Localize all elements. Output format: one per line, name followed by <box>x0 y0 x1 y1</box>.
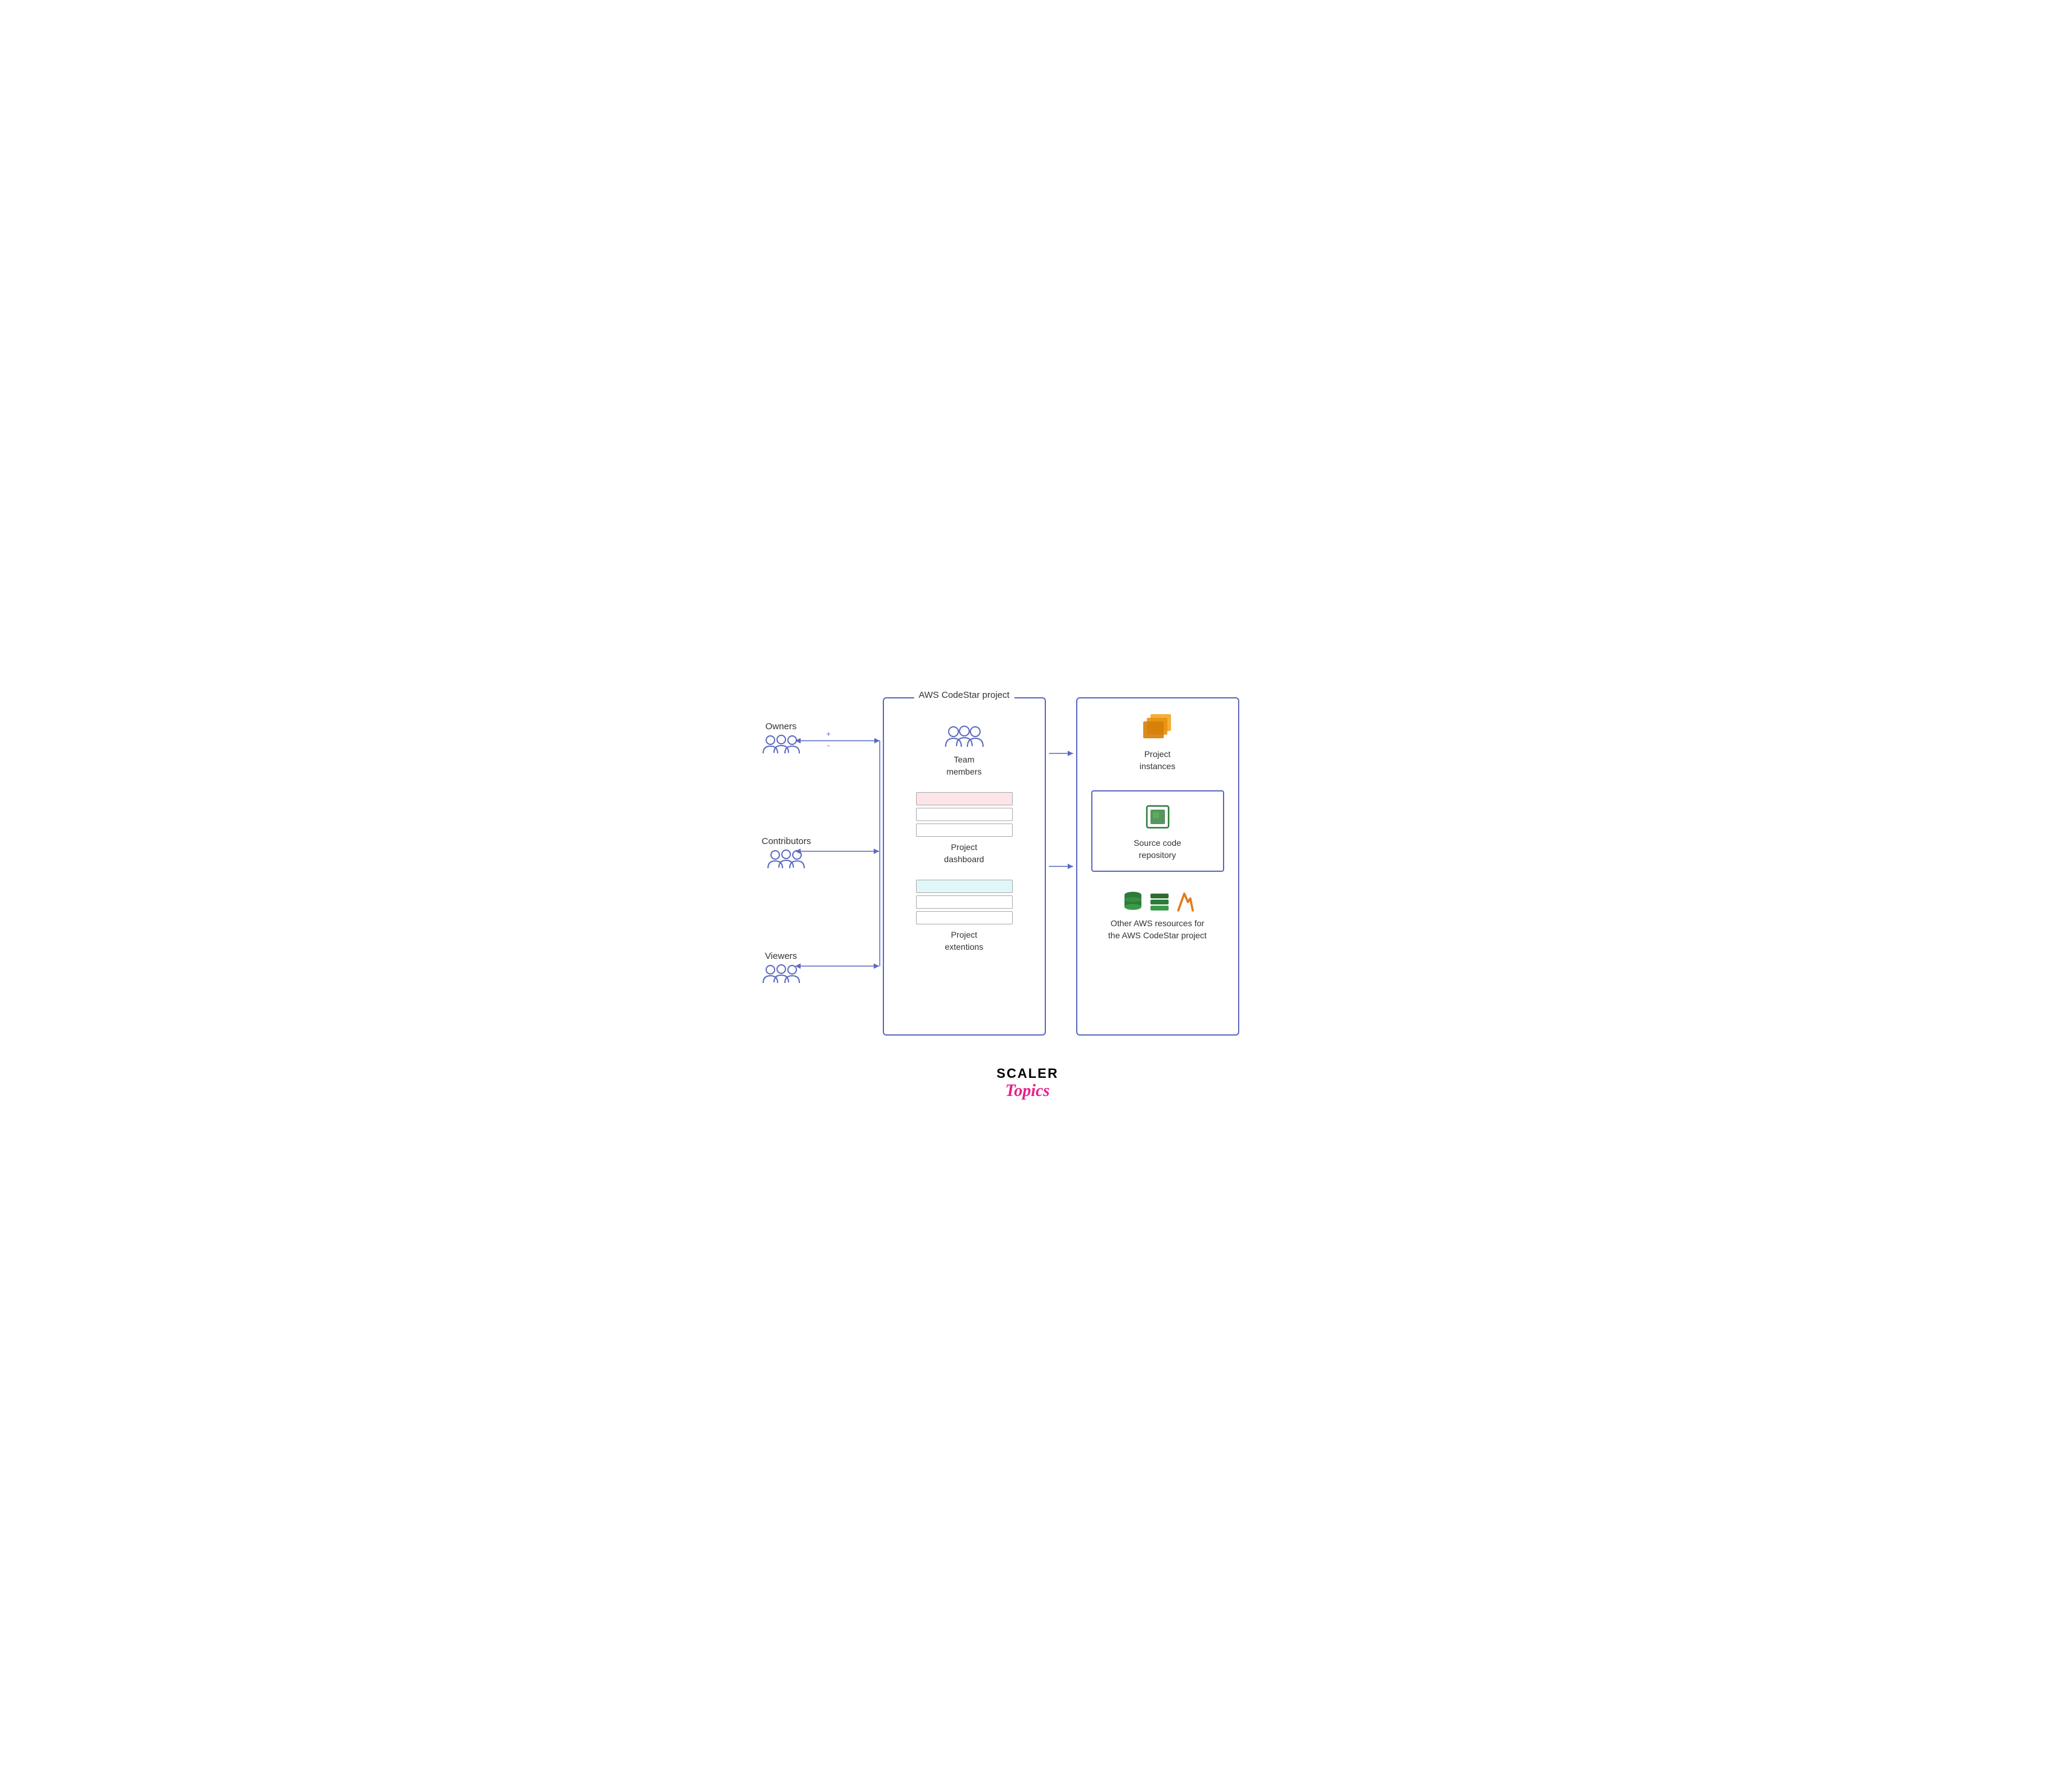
project-extensions-label: Projectextentions <box>945 929 984 953</box>
middle-box: AWS CodeStar project Teammembers <box>883 697 1046 1036</box>
project-extensions-section: Projectextentions <box>896 880 1033 953</box>
svg-text:+: + <box>826 729 831 738</box>
dash-row-1 <box>916 792 1013 805</box>
svg-text:-: - <box>827 741 829 750</box>
ext-row-1 <box>916 880 1013 893</box>
team-members-section: Teammembers <box>896 725 1033 778</box>
other-aws-icons <box>1121 890 1194 913</box>
dash-row-3 <box>916 823 1013 837</box>
source-code-label: Source coderepository <box>1134 837 1181 861</box>
right-box: Projectinstances Source coderepository <box>1076 697 1239 1036</box>
aws-icon-3 <box>1175 890 1194 913</box>
arrow-2 <box>1049 859 1073 874</box>
left-connectors-svg: + - <box>756 691 883 1042</box>
footer-topics: Topics <box>1005 1081 1050 1101</box>
extensions-widget <box>916 880 1013 924</box>
project-instances-icon <box>1140 711 1176 744</box>
middle-right-arrows <box>1046 697 1076 1036</box>
project-dashboard-section: Projectdashboard <box>896 792 1033 865</box>
dashboard-widget <box>916 792 1013 837</box>
team-members-label: Teammembers <box>946 754 981 778</box>
project-instances-section: Projectinstances <box>1089 711 1226 772</box>
project-dashboard-label: Projectdashboard <box>944 842 984 865</box>
dash-row-2 <box>916 808 1013 821</box>
team-members-icon <box>945 725 984 749</box>
diagram-container: Owners Contributors <box>756 691 1300 1101</box>
aws-icon-2 <box>1148 890 1171 913</box>
other-aws-section: Other AWS resources forthe AWS CodeStar … <box>1089 890 1226 941</box>
source-code-icon <box>1142 801 1173 833</box>
main-area: Owners Contributors <box>756 691 1300 1042</box>
footer: SCALER Topics <box>996 1066 1058 1101</box>
project-instances-label: Projectinstances <box>1140 749 1175 772</box>
aws-icon-1 <box>1121 890 1144 913</box>
arrow-1 <box>1049 746 1073 761</box>
other-aws-label: Other AWS resources forthe AWS CodeStar … <box>1108 918 1207 941</box>
ext-row-3 <box>916 911 1013 924</box>
left-column: Owners Contributors <box>756 691 883 1042</box>
footer-scaler: SCALER <box>996 1066 1058 1081</box>
ext-row-2 <box>916 895 1013 909</box>
source-code-section: Source coderepository <box>1091 790 1224 872</box>
middle-box-title: AWS CodeStar project <box>914 690 1014 700</box>
